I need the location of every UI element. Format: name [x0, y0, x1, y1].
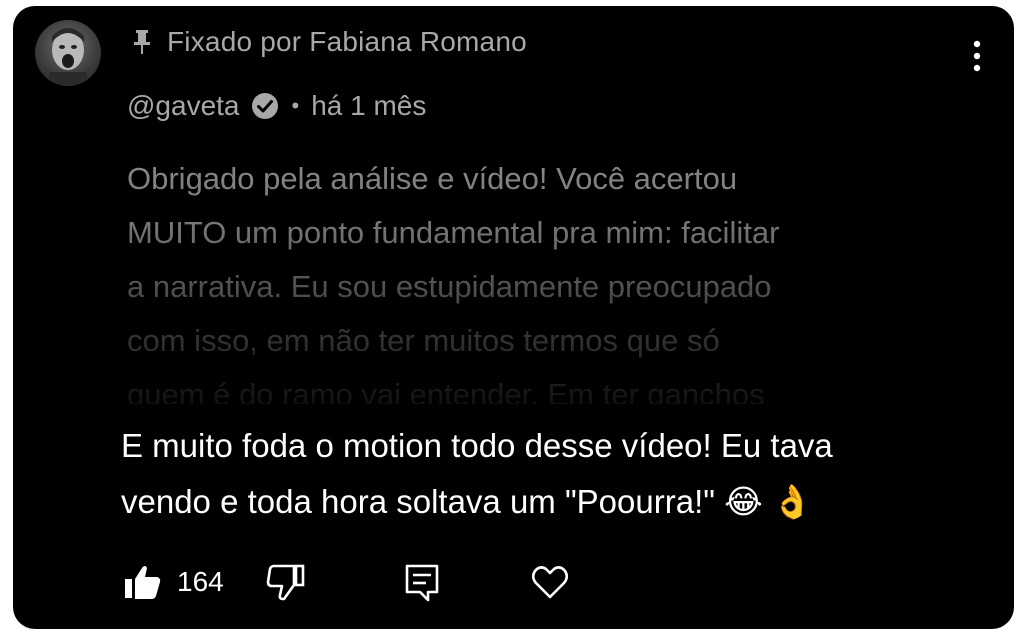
comment-time: há 1 mês	[311, 90, 427, 121]
author-handle[interactable]: @gaveta	[127, 90, 240, 122]
comment-meta: @gaveta • há 1 mês	[127, 90, 426, 122]
thumbs-up-icon	[125, 566, 161, 599]
comment-line: quem é do ramo vai entender. Em ter ganc…	[127, 377, 765, 404]
heart-icon	[531, 566, 568, 599]
verified-check-icon	[250, 91, 280, 121]
comment-card: Fixado por Fabiana Romano @gaveta • há 1…	[13, 6, 1014, 629]
meta-separator: •	[291, 93, 300, 118]
avatar-face-graphic	[49, 28, 87, 86]
comment-line: a narrativa. Eu sou estupidamente preocu…	[127, 269, 772, 304]
laughing-emoji: 😂	[724, 482, 763, 521]
comment-line: Obrigado pela análise e vídeo! Você acer…	[127, 161, 738, 196]
reply-button[interactable]	[402, 562, 442, 602]
like-count: 164	[177, 566, 224, 597]
reply-comment-icon	[405, 564, 439, 602]
more-options-icon[interactable]	[965, 36, 989, 76]
comment-text: Obrigado pela análise e vídeo! Você acer…	[127, 152, 977, 404]
pinned-label: Fixado por Fabiana Romano	[167, 26, 527, 57]
heart-button[interactable]	[530, 562, 570, 602]
comment-line: com isso, em não ter muitos termos que s…	[127, 323, 720, 358]
ok-hand-emoji: 👌	[771, 482, 813, 521]
avatar[interactable]	[35, 20, 101, 86]
pinned-label-row: Fixado por Fabiana Romano	[131, 26, 527, 58]
comment-line: MUITO um ponto fundamental pra mim: faci…	[127, 215, 780, 250]
overlay-caption: E muito foda o motion todo desse vídeo! …	[121, 418, 991, 530]
dislike-button[interactable]	[266, 562, 306, 602]
like-button[interactable]: 164	[123, 562, 224, 602]
caption-line-2: vendo e toda hora soltava um "Poourra!" …	[121, 474, 991, 530]
pin-icon	[131, 28, 153, 56]
caption-line-2-text: vendo e toda hora soltava um "Poourra!"	[121, 483, 715, 520]
thumbs-down-icon	[266, 564, 305, 601]
caption-line-1: E muito foda o motion todo desse vídeo! …	[121, 427, 833, 464]
comment-actions: 164	[123, 562, 570, 602]
